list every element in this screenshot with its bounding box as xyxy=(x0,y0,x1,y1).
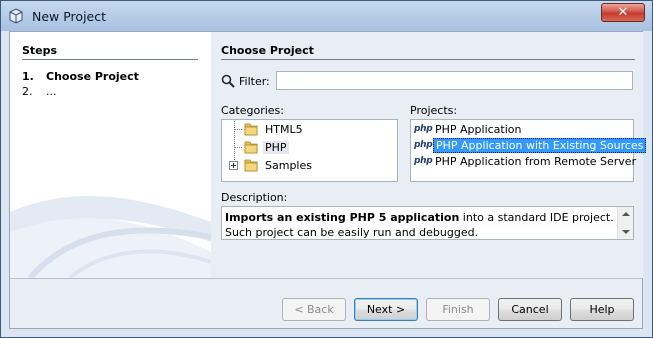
folder-icon xyxy=(244,159,258,172)
steps-title: Steps xyxy=(22,44,58,57)
php-icon: php xyxy=(414,156,433,166)
description-box[interactable]: Imports an existing PHP 5 application in… xyxy=(221,206,634,240)
description-scrollbar[interactable] xyxy=(617,207,633,239)
tree-connector xyxy=(234,129,242,130)
netbeans-cube-icon xyxy=(9,8,23,24)
tree-item-php[interactable]: PHP xyxy=(222,139,397,156)
step-item-next: 2.... xyxy=(22,85,57,98)
folder-icon xyxy=(244,123,258,136)
step-item-choose-project: 1. Choose Project xyxy=(22,70,139,83)
step-label: Choose Project xyxy=(46,70,139,83)
tree-connector xyxy=(234,147,242,148)
tree-item-html5[interactable]: HTML5 xyxy=(222,121,397,138)
help-button[interactable]: Help xyxy=(570,298,634,321)
cancel-button[interactable]: Cancel xyxy=(498,298,562,321)
list-item-php-existing-sources[interactable]: php PHP Application with Existing Source… xyxy=(412,138,647,154)
button-bar: < Back Next > Finish Cancel Help xyxy=(10,279,642,328)
tree-item-label: HTML5 xyxy=(265,123,303,136)
list-item-php-remote-server[interactable]: php PHP Application from Remote Server xyxy=(412,154,637,170)
description-text: Imports an existing PHP 5 application in… xyxy=(225,210,615,240)
title-bar[interactable]: New Project ✕ xyxy=(1,1,652,31)
categories-label: Categories: xyxy=(221,104,284,117)
php-icon: php xyxy=(414,124,433,134)
scroll-down-icon[interactable] xyxy=(622,230,630,234)
step-label: ... xyxy=(46,85,57,98)
choose-project-panel: Choose Project Filter: Categories: Proje… xyxy=(211,32,647,278)
list-item-label: PHP Application xyxy=(435,123,522,136)
search-icon xyxy=(221,74,235,88)
list-item-php-application[interactable]: php PHP Application xyxy=(412,122,633,138)
expand-plus-icon[interactable] xyxy=(229,161,238,170)
php-icon: php xyxy=(414,140,433,150)
close-button[interactable]: ✕ xyxy=(601,3,645,22)
tree-item-samples[interactable]: Samples xyxy=(222,157,397,174)
list-item-label: PHP Application with Existing Sources xyxy=(433,138,647,153)
projects-list[interactable]: php PHP Application php PHP Application … xyxy=(410,119,647,182)
tree-item-label: Samples xyxy=(265,159,312,172)
projects-label: Projects: xyxy=(410,104,458,117)
decorative-swoosh-graphic xyxy=(10,195,211,278)
description-label: Description: xyxy=(221,191,288,204)
list-item-label: PHP Application from Remote Server xyxy=(435,155,637,168)
scroll-up-icon[interactable] xyxy=(622,212,630,216)
step-number: 2. xyxy=(22,85,33,98)
new-project-dialog: New Project ✕ Steps 1. Choose Project 2..… xyxy=(0,0,653,338)
categories-tree[interactable]: HTML5 PHP Samples xyxy=(221,119,398,182)
dialog-body: Steps 1. Choose Project 2.... Choose Proj… xyxy=(9,31,647,329)
step-number: 1. xyxy=(22,70,34,83)
finish-button[interactable]: Finish xyxy=(426,298,490,321)
filter-label: Filter: xyxy=(239,75,270,88)
section-title: Choose Project xyxy=(221,44,314,57)
filter-input[interactable] xyxy=(276,71,633,90)
section-divider xyxy=(221,59,635,60)
window-title: New Project xyxy=(32,9,107,24)
next-button[interactable]: Next > xyxy=(354,298,418,321)
tree-item-label: PHP xyxy=(263,141,289,154)
close-icon: ✕ xyxy=(617,5,629,20)
steps-divider xyxy=(22,59,198,60)
folder-icon xyxy=(244,141,258,154)
steps-panel: Steps 1. Choose Project 2.... xyxy=(10,32,211,278)
description-bold: Imports an existing PHP 5 application xyxy=(225,211,460,224)
back-button[interactable]: < Back xyxy=(282,298,346,321)
